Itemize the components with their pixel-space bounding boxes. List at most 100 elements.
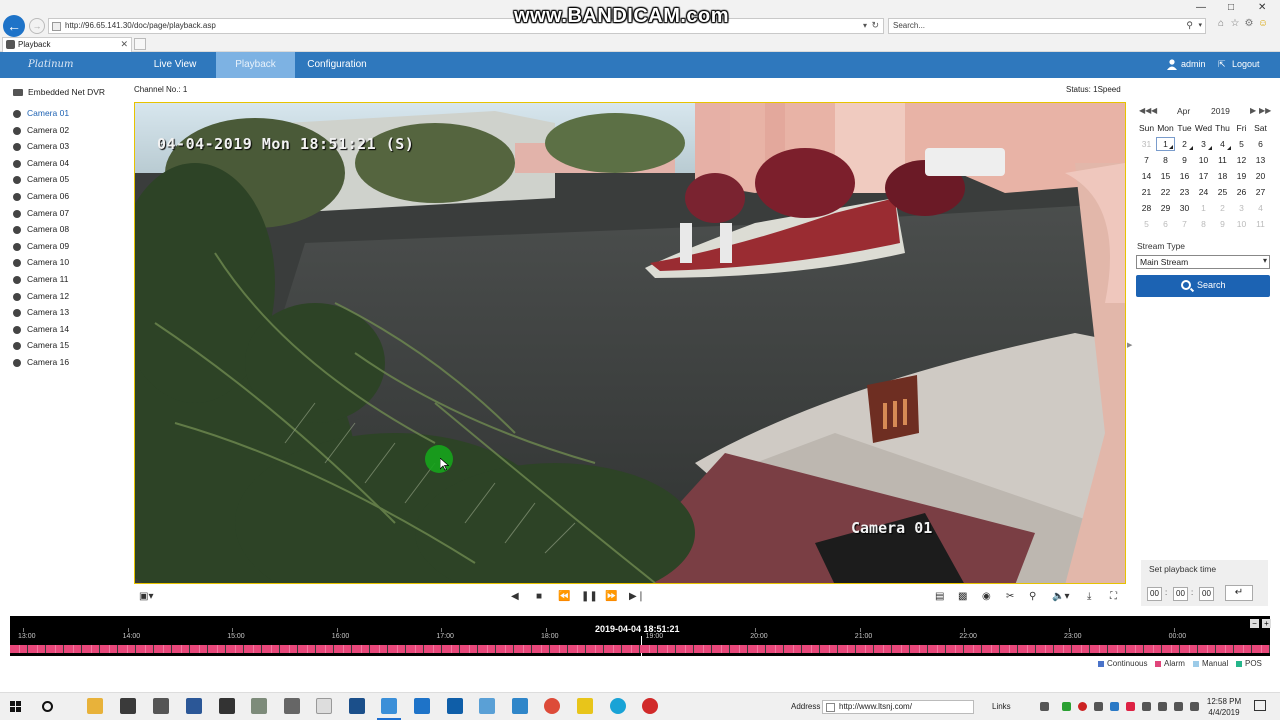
internet-explorer-icon[interactable] xyxy=(381,698,397,714)
camera-item[interactable]: Camera 12 xyxy=(13,291,123,303)
clock-time[interactable]: 12:58 PM xyxy=(1206,697,1242,706)
window-layout-icon[interactable]: ▣▾ xyxy=(139,591,153,603)
app-icon[interactable] xyxy=(512,698,528,714)
calendar-day[interactable]: 2 xyxy=(1175,137,1194,151)
tab-playback[interactable]: Playback xyxy=(216,52,295,78)
app-icon[interactable] xyxy=(251,698,267,714)
camera-item[interactable]: Camera 01 xyxy=(13,108,123,120)
search-icon[interactable]: ⚲ xyxy=(1186,20,1193,31)
download-icon[interactable]: ⤓ xyxy=(1087,591,1091,603)
calendar-day[interactable]: 30 xyxy=(1175,201,1194,215)
calendar-day[interactable]: 2 xyxy=(1213,201,1232,215)
calendar-day[interactable]: 8 xyxy=(1156,153,1175,167)
next-month-icon[interactable]: ▶ xyxy=(1250,106,1256,115)
app-icon[interactable] xyxy=(479,698,495,714)
collapse-panel-icon[interactable]: ▶ xyxy=(1127,341,1132,349)
username[interactable]: admin xyxy=(1181,59,1206,69)
calendar-day[interactable]: 17 xyxy=(1194,169,1213,183)
new-tab-button[interactable] xyxy=(134,38,146,50)
calendar-day[interactable]: 31 xyxy=(1137,137,1156,151)
network-icon[interactable] xyxy=(349,698,365,714)
tray-icon[interactable] xyxy=(1094,702,1103,711)
calendar-day[interactable]: 11 xyxy=(1251,217,1270,231)
maximize-button[interactable]: □ xyxy=(1228,2,1234,13)
app-icon[interactable] xyxy=(284,698,300,714)
calendar-day[interactable]: 10 xyxy=(1232,217,1251,231)
volume-icon[interactable]: 🔈▾ xyxy=(1052,591,1069,603)
next-year-icon[interactable]: ▶▶ xyxy=(1259,106,1271,115)
clip-icon[interactable]: ✂ xyxy=(1006,591,1014,603)
timeline-zoom-in-button[interactable]: + xyxy=(1262,619,1271,628)
pause-icon[interactable]: ❚❚ xyxy=(581,591,598,603)
logout-link[interactable]: Logout xyxy=(1232,59,1260,69)
calendar-day[interactable]: 15 xyxy=(1156,169,1175,183)
calendar-day[interactable]: 24 xyxy=(1194,185,1213,199)
taskbar-address-value[interactable]: http://www.ltsnj.com/ xyxy=(839,702,912,711)
chevron-down-icon[interactable]: ▾ xyxy=(863,21,867,30)
camera-item[interactable]: Camera 06 xyxy=(13,191,123,203)
calendar-day[interactable]: 13 xyxy=(1251,153,1270,167)
capture-all-icon[interactable]: ▩ xyxy=(958,591,967,603)
camera-item[interactable]: Camera 09 xyxy=(13,241,123,253)
calendar-day[interactable]: 4 xyxy=(1213,137,1232,151)
cortana-icon[interactable] xyxy=(42,701,53,712)
calendar-day[interactable]: 7 xyxy=(1175,217,1194,231)
calendar-day[interactable]: 3 xyxy=(1194,137,1213,151)
camera-item[interactable]: Camera 13 xyxy=(13,307,123,319)
taskbar-links[interactable]: Links xyxy=(992,702,1011,711)
timeline-zoom-out-button[interactable]: − xyxy=(1250,619,1259,628)
calendar-day[interactable]: 10 xyxy=(1194,153,1213,167)
bandicam-record-icon[interactable] xyxy=(642,698,658,714)
calendar-day[interactable]: 6 xyxy=(1156,217,1175,231)
calendar-day[interactable]: 23 xyxy=(1175,185,1194,199)
outlook-icon[interactable] xyxy=(447,698,463,714)
shield-icon[interactable] xyxy=(219,698,235,714)
calendar-day[interactable]: 5 xyxy=(1137,217,1156,231)
calendar-day[interactable]: 27 xyxy=(1251,185,1270,199)
calendar-day[interactable]: 25 xyxy=(1213,185,1232,199)
calendar-day[interactable]: 11 xyxy=(1213,153,1232,167)
windows-start-icon[interactable] xyxy=(10,701,22,713)
clock-date[interactable]: 4/4/2019 xyxy=(1206,708,1242,717)
calculator-icon[interactable] xyxy=(153,698,169,714)
go-to-time-button[interactable]: ↵ xyxy=(1225,585,1253,601)
calendar-day[interactable]: 22 xyxy=(1156,185,1175,199)
calendar-day[interactable]: 19 xyxy=(1232,169,1251,183)
close-window-button[interactable]: ✕ xyxy=(1258,2,1266,13)
minute-input[interactable]: 00 xyxy=(1173,587,1188,601)
camera-item[interactable]: Camera 11 xyxy=(13,274,123,286)
forward-button[interactable]: → xyxy=(29,18,45,34)
logout-icon[interactable]: ⇱ xyxy=(1218,59,1226,70)
tray-icon[interactable] xyxy=(1062,702,1071,711)
camera-item[interactable]: Camera 07 xyxy=(13,208,123,220)
prev-month-icon[interactable]: ◀ xyxy=(1151,106,1157,115)
prev-year-icon[interactable]: ◀◀ xyxy=(1139,106,1151,115)
calendar-day[interactable]: 18 xyxy=(1213,169,1232,183)
hour-input[interactable]: 00 xyxy=(1147,587,1162,601)
tray-icon[interactable] xyxy=(1126,702,1135,711)
video-player[interactable]: 04-04-2019 Mon 18:51:21 (S) Camera 01 xyxy=(134,102,1126,584)
back-button[interactable]: ← xyxy=(3,15,25,37)
zoom-icon[interactable]: ⚲ xyxy=(1029,591,1036,603)
refresh-icon[interactable]: ↻ xyxy=(871,20,879,31)
home-icon[interactable]: ⌂ xyxy=(1214,18,1228,29)
stream-type-select[interactable]: Main Stream ▾ xyxy=(1136,255,1270,269)
calendar-day[interactable]: 5 xyxy=(1232,137,1251,151)
network-icon[interactable] xyxy=(1174,702,1183,711)
tab-configuration[interactable]: Configuration xyxy=(302,52,372,78)
address-bar[interactable]: http://96.65.141.30/doc/page/playback.as… xyxy=(48,18,884,34)
camera-item[interactable]: Camera 08 xyxy=(13,224,123,236)
calendar-day[interactable]: 14 xyxy=(1137,169,1156,183)
calendar-day[interactable]: 20 xyxy=(1251,169,1270,183)
notepad-icon[interactable] xyxy=(316,698,332,714)
tray-icon[interactable] xyxy=(1078,702,1087,711)
close-tab-icon[interactable]: ✕ xyxy=(120,39,128,50)
calendar-day[interactable]: 8 xyxy=(1194,217,1213,231)
taskbar-address-input[interactable]: http://www.ltsnj.com/ xyxy=(822,700,974,714)
tray-icon[interactable] xyxy=(1142,702,1151,711)
browser-search-input[interactable]: Search... ⚲ ▾ xyxy=(888,18,1206,34)
fullscreen-icon[interactable]: ⛶ xyxy=(1110,591,1117,603)
calendar-day[interactable]: 7 xyxy=(1137,153,1156,167)
calendar-day[interactable]: 16 xyxy=(1175,169,1194,183)
battery-icon[interactable] xyxy=(1158,702,1167,711)
